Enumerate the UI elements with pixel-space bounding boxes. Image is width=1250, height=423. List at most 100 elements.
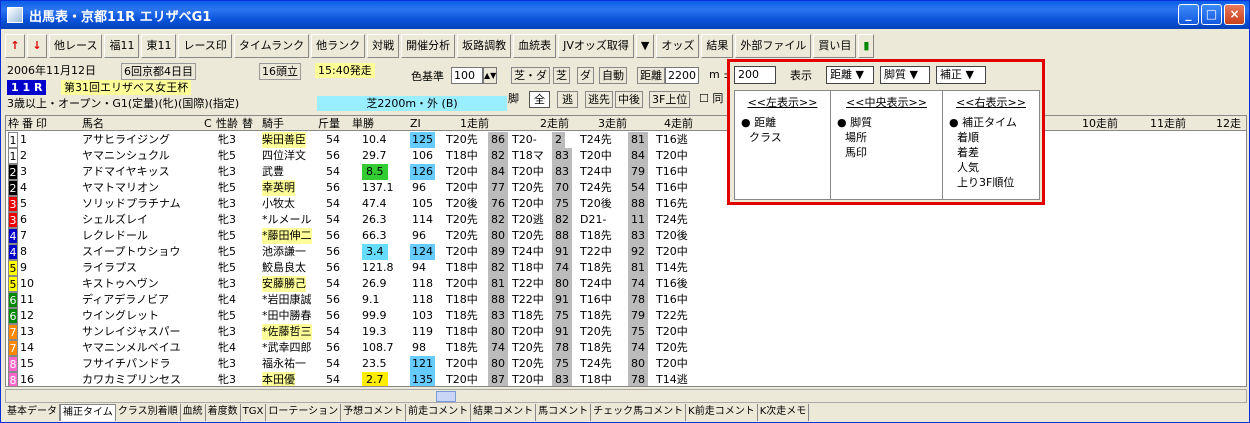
table-row[interactable]: 1 2 ヤマニンシュクル 牝5 四位洋文 56 29.7 106 T18中 82 T18マ 83 T20… (6, 148, 1246, 164)
right-option[interactable]: 上り3F順位 (949, 175, 1033, 190)
table-row[interactable]: 5 10 キストゥヘヴン 牝3 安藤勝己 54 26.9 118 T20中 81 T22中 80 T24… (6, 276, 1246, 292)
table-header: 枠 番 印 馬名 C 性齢 替 騎手 斤量 単勝 ZI 1走前 2走前 3走前 … (6, 116, 1246, 131)
table-row[interactable]: 4 7 レクレドール 牝5 *藤田伸二 56 66.3 96 T20先 80 T20先 88 T18先 8… (6, 228, 1246, 244)
table-row[interactable]: 4 8 スイープトウショウ 牝5 池添謙一 56 3.4 124 T20中 89 T24中 91 T22… (6, 244, 1246, 260)
run4-class: T20中 (656, 245, 688, 258)
table-row[interactable]: 5 9 ライラプス 牝5 鮫島良太 56 121.8 94 T18中 82 T18中 74 T18先 81… (6, 260, 1246, 276)
sheet-tab[interactable]: 基本データ (5, 404, 60, 421)
jockey: 小牧太 (262, 197, 295, 210)
sheet-tab[interactable]: 馬コメント (536, 404, 592, 421)
right-option[interactable]: 着順 (949, 130, 1033, 145)
sheet-tab[interactable]: 血統 (181, 404, 206, 421)
right-option[interactable]: 人気 (949, 160, 1033, 175)
leg-button[interactable]: 逃 (557, 91, 578, 108)
sex-age: 牝3 (218, 213, 236, 226)
toolbar-button[interactable]: オッズ (656, 34, 700, 58)
sheet-tab[interactable]: K次走メモ (758, 404, 810, 421)
toolbar-button[interactable]: 血統表 (513, 34, 557, 58)
horizontal-scrollbar[interactable] (5, 389, 1247, 403)
mid-option[interactable]: ● 脚質 (837, 115, 936, 130)
select-right[interactable]: 補正 ▼ (936, 66, 986, 84)
right-option[interactable]: 着差 (949, 145, 1033, 160)
mid-option[interactable]: 馬印 (837, 145, 936, 160)
sex-age: 牝5 (218, 229, 236, 242)
toolbar-button[interactable]: 他レース (49, 34, 103, 58)
horse-name: ヤマニンメルベイユ (82, 341, 181, 354)
up-arrow-icon[interactable]: ↑ (5, 34, 25, 58)
down-arrow-icon[interactable]: ↓ (27, 34, 47, 58)
right-option[interactable]: ● 補正タイム (949, 115, 1033, 130)
sheet-tab[interactable]: クラス別着順 (116, 404, 181, 421)
table-row[interactable]: 6 11 ディアデラノビア 牝4 *岩田康誠 56 9.1 118 T18中 88 T22中 91 T1… (6, 292, 1246, 308)
odds: 108.7 (362, 341, 394, 354)
table-row[interactable]: 7 13 サンレイジャスパー 牝3 *佐藤哲三 54 19.3 119 T18中 80 T20中 91… (6, 324, 1246, 340)
run1-class: T20後 (446, 197, 478, 210)
sheet-tab[interactable]: ローテーション (266, 404, 342, 421)
toolbar-button[interactable]: レース印 (178, 34, 232, 58)
sex-age: 牝5 (218, 245, 236, 258)
distance-input[interactable]: 2200 (665, 67, 699, 84)
3f-top-button[interactable]: 3F上位 (649, 91, 691, 108)
toolbar-button[interactable]: 他ランク (311, 34, 366, 58)
maximize-button[interactable]: □ (1201, 4, 1222, 25)
left-option[interactable]: ● 距離 (741, 115, 824, 130)
toolbar-button[interactable]: 坂路調教 (457, 34, 512, 58)
minimize-button[interactable]: _ (1178, 4, 1199, 25)
table-row[interactable]: 3 5 ソリッドプラチナム 牝3 小牧太 54 47.4 105 T20後 76 T20中 75 T20… (6, 196, 1246, 212)
surface-button[interactable]: ダ (577, 67, 594, 84)
scroll-thumb[interactable] (436, 391, 456, 402)
toolbar-button[interactable]: 福11 (104, 34, 140, 58)
zi-index: 135 (410, 372, 435, 386)
sheet-tab[interactable]: K前走コメント (686, 404, 758, 421)
table-row[interactable]: 2 3 アドマイヤキッス 牝3 武豊 54 8.5 126 T20中 84 T20中 83 T24中 79… (6, 164, 1246, 180)
surface-button[interactable]: 芝 (553, 67, 570, 84)
table-row[interactable]: 8 16 カワカミプリンセス 牝3 本田優 54 2.7 135 T20中 87 T20中 83 T18… (6, 372, 1246, 386)
close-button[interactable]: × (1224, 4, 1245, 25)
sheet-tab[interactable]: チェック馬コメント (591, 404, 687, 421)
toolbar-button[interactable]: 外部ファイル (735, 34, 812, 58)
toolbar-button[interactable]: 開催分析 (401, 34, 456, 58)
leg-button-all[interactable]: 全 (529, 91, 550, 108)
col-age: 性齢 (216, 117, 238, 130)
toolbar-button[interactable]: タイムランク (233, 34, 310, 58)
run2-class: T20先 (512, 341, 544, 354)
sheet-tab[interactable]: 前走コメント (406, 404, 472, 421)
table-row[interactable]: 1 1 アサヒライジング 牝3 柴田善臣 54 10.4 125 T20先 86 T20- 2 T24先… (6, 132, 1246, 148)
leg-button[interactable]: 中後 (615, 91, 643, 108)
leg-button[interactable]: 逃先 (585, 91, 613, 108)
sheet-tab[interactable]: 結果コメント (471, 404, 537, 421)
toolbar-button[interactable]: 買い目 (813, 34, 857, 58)
jockey: 本田優 (262, 372, 295, 386)
sheet-tab[interactable]: TGX (241, 404, 267, 421)
sheet-tab[interactable]: 予想コメント (341, 404, 407, 421)
person-icon[interactable]: ▮ (858, 34, 875, 58)
table-row[interactable]: 3 6 シェルズレイ 牝3 *ルメール 54 26.3 114 T20先 82 T20逃 82 D21-… (6, 212, 1246, 228)
toolbar-button[interactable]: 対戦 (367, 34, 400, 58)
toolbar-button[interactable]: 東11 (141, 34, 177, 58)
spinner-icon[interactable]: ▲▼ (483, 67, 497, 84)
run3-time: 74 (628, 276, 648, 292)
run4-class: T16中 (656, 293, 688, 306)
run4-class: T16逃 (656, 133, 688, 146)
color-basis-input[interactable]: 100 (451, 67, 483, 84)
waku: 6 (8, 292, 18, 308)
run3-class: T20先 (580, 325, 612, 338)
table-row[interactable]: 6 12 ウイングレット 牝5 *田中勝春 56 99.9 103 T18先 83 T18先 75 T1… (6, 308, 1246, 324)
select-mid[interactable]: 脚質 ▼ (880, 66, 930, 84)
toolbar-button[interactable]: JVオッズ取得 (558, 34, 634, 58)
dropdown-arrow-icon[interactable]: ▼ (635, 34, 655, 58)
mid-option[interactable]: 場所 (837, 130, 936, 145)
table-row[interactable]: 2 4 ヤマトマリオン 牝5 幸英明 56 137.1 96 T20中 77 T20先 70 T24先 5… (6, 180, 1246, 196)
table-row[interactable]: 7 14 ヤマニンメルベイユ 牝4 *武幸四郎 56 108.7 98 T18先 74 T20先 78… (6, 340, 1246, 356)
left-option[interactable]: クラス (741, 130, 824, 145)
sheet-tab[interactable]: 着度数 (206, 404, 241, 421)
table-row[interactable]: 8 15 フサイチパンドラ 牝3 福永祐一 54 23.5 121 T20中 80 T20先 75 T2… (6, 356, 1246, 372)
same-checkbox[interactable]: ☐ 同 (699, 91, 723, 106)
run2-class: T22中 (512, 277, 544, 290)
select-left[interactable]: 距離 ▼ (826, 66, 874, 84)
surface-button[interactable]: 自動 (599, 67, 627, 84)
pm-input[interactable]: 200 (734, 66, 776, 84)
toolbar-button[interactable]: 結果 (701, 34, 734, 58)
sheet-tab[interactable]: 補正タイム (60, 404, 116, 421)
surface-button[interactable]: 芝・ダ (511, 67, 550, 84)
